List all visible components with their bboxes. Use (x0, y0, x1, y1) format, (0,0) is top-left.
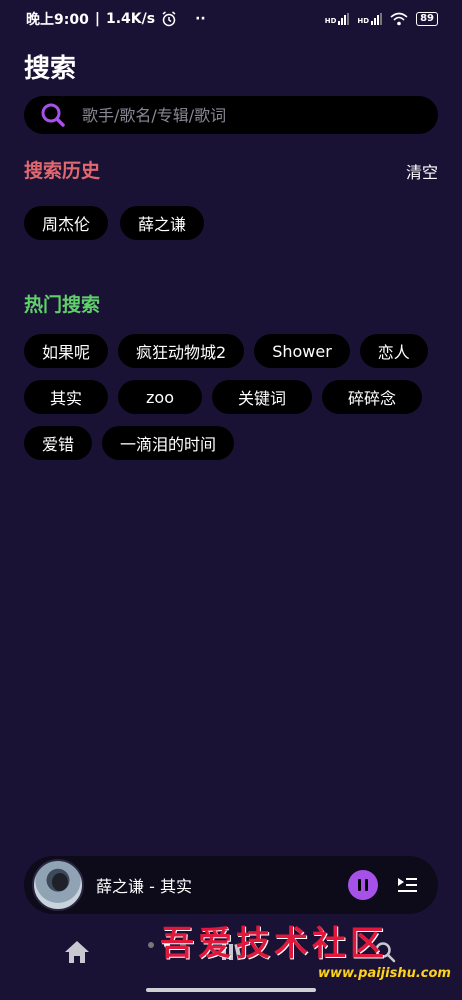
hot-search-chip[interactable]: 关键词 (212, 380, 313, 414)
watermark-url: www.paijishu.com (318, 966, 451, 981)
wifi-icon (390, 12, 408, 26)
status-extra: ·· (195, 11, 206, 27)
mini-player[interactable]: 薛之谦 - 其实 (24, 856, 438, 914)
pause-button[interactable] (348, 870, 378, 900)
pause-icon (358, 879, 361, 891)
album-cover[interactable] (32, 859, 84, 911)
hot-search-chip[interactable]: 碎碎念 (322, 380, 423, 414)
hot-search-chip[interactable]: 其实 (24, 380, 109, 414)
hot-search-chip[interactable]: 如果呢 (24, 334, 109, 368)
page-title: 搜索 (24, 54, 77, 84)
history-list: 周杰伦 薛之谦 (24, 206, 438, 240)
home-icon (65, 941, 89, 963)
hot-search-chip[interactable]: 恋人 (359, 334, 428, 368)
nav-home[interactable] (57, 932, 97, 972)
history-title: 搜索历史 (24, 160, 101, 182)
hot-search-list: 如果呢 疯狂动物城2 Shower 恋人 其实 zoo 关键词 碎碎念 爱错 一… (24, 334, 444, 472)
hot-search-title: 热门搜索 (24, 294, 101, 316)
search-icon (41, 103, 65, 127)
hot-search-chip[interactable]: 爱错 (24, 426, 93, 460)
battery-indicator: 89 (416, 12, 438, 26)
watermark-text: 吾爱技术社区 (160, 924, 388, 964)
clear-history-button[interactable]: 清空 (406, 159, 438, 183)
status-speed: 1.4K/s (105, 11, 156, 27)
status-bar: 晚上9:00 | 1.4K/s ·· HD HD 89 (0, 0, 462, 38)
hot-search-chip[interactable]: zoo (118, 380, 202, 414)
playlist-icon[interactable] (396, 875, 418, 895)
signal-2-icon: HD (357, 13, 383, 25)
history-chip[interactable]: 周杰伦 (24, 206, 109, 240)
hot-search-chip[interactable]: 一滴泪的时间 (102, 426, 235, 460)
search-input[interactable] (82, 105, 402, 125)
hot-search-chip[interactable]: Shower (254, 334, 350, 368)
now-playing-title: 薛之谦 - 其实 (96, 877, 192, 896)
alarm-icon (162, 11, 176, 27)
status-time: 晚上9:00 (26, 12, 89, 28)
home-indicator[interactable] (146, 988, 316, 992)
signal-1-icon: HD (325, 13, 350, 25)
history-chip[interactable]: 薛之谦 (120, 206, 205, 240)
search-bar[interactable] (24, 96, 438, 134)
hot-search-chip[interactable]: 疯狂动物城2 (118, 334, 245, 368)
